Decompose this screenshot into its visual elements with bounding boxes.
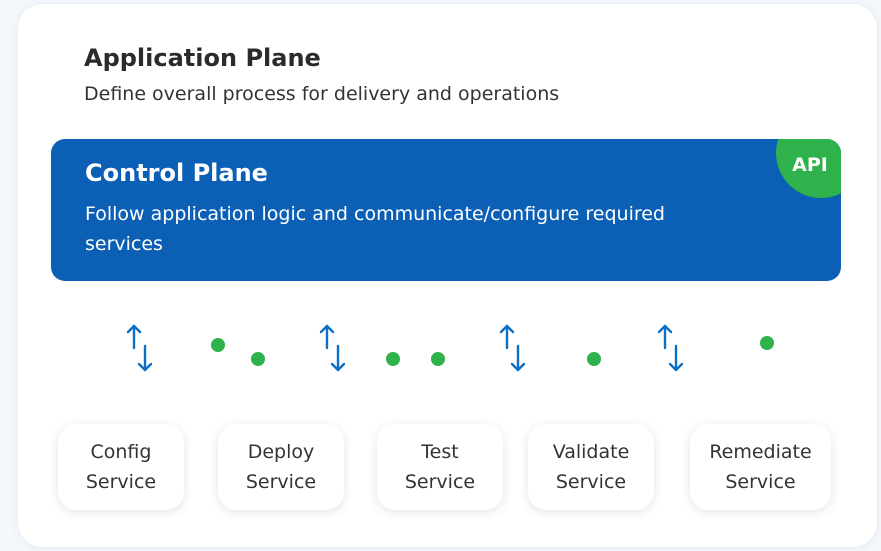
service-name: Validate — [552, 441, 630, 463]
service-name: Config — [90, 441, 152, 463]
api-badge-label: API — [792, 154, 828, 176]
service-suffix: Service — [404, 471, 476, 493]
service-suffix: Service — [85, 471, 157, 493]
validate-service-card: Validate Service — [528, 424, 654, 510]
application-plane-title: Application Plane — [84, 44, 321, 72]
service-name: Remediate — [709, 441, 812, 463]
service-suffix: Service — [725, 471, 796, 493]
service-name: Test — [421, 441, 459, 463]
config-service-card: Config Service — [58, 424, 184, 510]
service-suffix: Service — [555, 471, 627, 493]
control-plane-box: Control Plane Follow application logic a… — [51, 139, 841, 281]
application-plane-description: Define overall process for delivery and … — [84, 83, 560, 105]
control-plane-description: Follow application logic and communicate… — [85, 203, 665, 255]
control-plane-title: Control Plane — [85, 159, 268, 187]
service-name: Deploy — [247, 441, 315, 463]
remediate-service-card: Remediate Service — [690, 424, 831, 510]
test-service-card: Test Service — [377, 424, 503, 510]
deploy-service-card: Deploy Service — [218, 424, 344, 510]
service-suffix: Service — [245, 471, 317, 493]
